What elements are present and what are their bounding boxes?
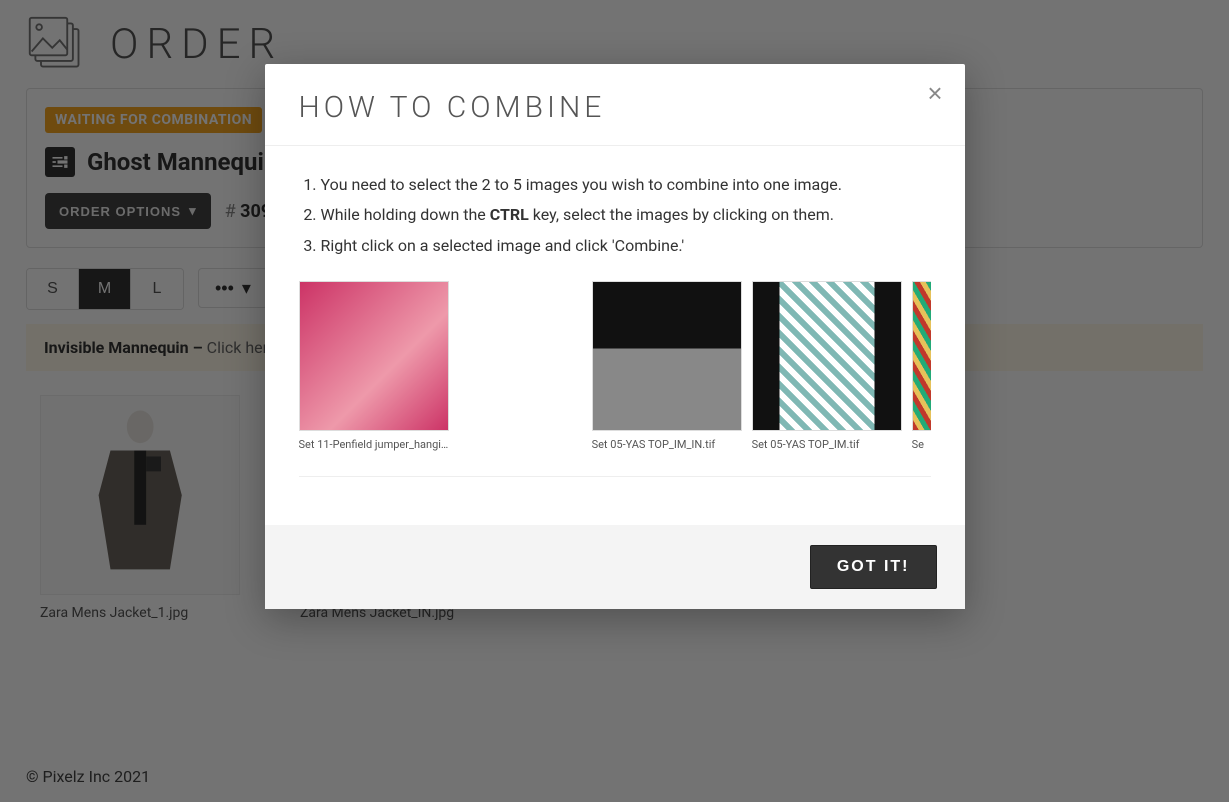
example-thumb — [592, 281, 742, 431]
modal-close-button[interactable]: × — [927, 80, 942, 106]
example-label: Set 05-YAS TOP_IM_IN.tif — [592, 435, 742, 456]
instruction-step: You need to select the 2 to 5 images you… — [321, 170, 931, 200]
example-label: Se — [912, 435, 931, 456]
step-text: While holding down the — [321, 205, 490, 224]
example-thumb — [299, 281, 449, 431]
example-item: Set 05-YAS TOP_IM_IN.tif — [592, 281, 742, 456]
step-bold: CTRL — [490, 205, 529, 224]
step-text: You need to select the 2 to 5 images you… — [321, 175, 842, 194]
example-item: Set 05-YAS TOP_IM.tif — [752, 281, 902, 456]
example-thumb — [912, 281, 931, 431]
instruction-step: Right click on a selected image and clic… — [321, 231, 931, 261]
example-item: Set 11-Penfield jumper_hangin… — [299, 281, 449, 456]
close-icon: × — [927, 78, 942, 108]
step-text: key, select the images by clicking on th… — [529, 205, 834, 224]
example-item: Se — [912, 281, 931, 456]
modal-overlay: HOW TO COMBINE × You need to select the … — [0, 0, 1229, 802]
instruction-step: While holding down the CTRL key, select … — [321, 200, 931, 230]
example-label: Set 05-YAS TOP_IM.tif — [752, 435, 902, 456]
got-it-button[interactable]: GOT IT! — [810, 545, 937, 589]
example-strip: Set 11-Penfield jumper_hangin… Set 05-YA… — [299, 281, 931, 477]
instruction-list: You need to select the 2 to 5 images you… — [299, 170, 931, 261]
how-to-combine-modal: HOW TO COMBINE × You need to select the … — [265, 64, 965, 609]
step-text: Right click on a selected image and clic… — [321, 236, 685, 255]
example-label: Set 11-Penfield jumper_hangin… — [299, 435, 449, 456]
modal-title: HOW TO COMBINE — [299, 90, 931, 125]
example-thumb — [752, 281, 902, 431]
